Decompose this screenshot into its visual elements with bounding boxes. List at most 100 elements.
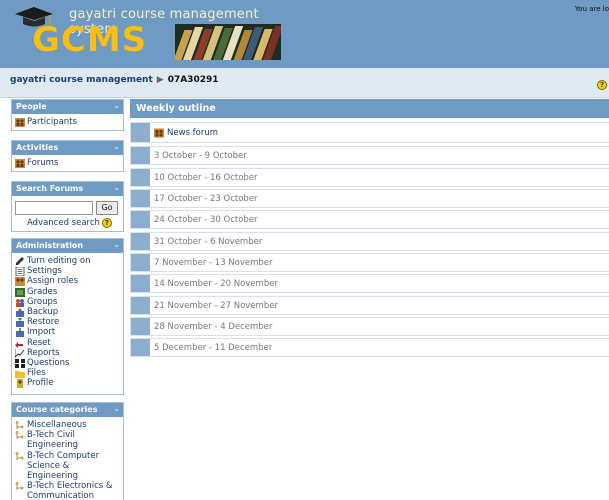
forum-icon — [154, 128, 164, 137]
week-section: 10 October - 16 October — [130, 168, 609, 187]
admin-item-backup[interactable]: Backup — [15, 307, 120, 318]
category-tree-icon — [15, 431, 24, 440]
admin-item-reports[interactable]: Reports — [15, 348, 120, 358]
breadcrumb-current: 07A30291 — [167, 75, 219, 85]
settings-icon — [15, 267, 25, 277]
activities-block: Activities ⌄ Forums — [11, 140, 124, 173]
admin-item-label: Questions — [27, 358, 70, 369]
category-tree-icon — [15, 421, 24, 429]
collapse-toggle-icon[interactable]: ⌄ — [113, 183, 120, 192]
administration-block-header: Administration ⌄ — [12, 239, 123, 253]
admin-item-label: Assign roles — [27, 276, 79, 287]
sidebar-item-label: Forums — [27, 158, 59, 168]
week-dates: 21 November - 27 November — [154, 300, 278, 311]
collapse-toggle-icon[interactable]: ⌄ — [113, 240, 120, 249]
books-image — [175, 24, 281, 60]
category-tree-icon — [15, 482, 24, 491]
admin-item-label: Restore — [27, 317, 60, 328]
category-item[interactable]: Miscellaneous — [15, 420, 120, 430]
section-side-bar — [131, 190, 150, 207]
groups-icon — [16, 298, 24, 307]
week-dates: 10 October - 16 October — [154, 172, 258, 183]
admin-item-assign-roles[interactable]: Assign roles — [15, 276, 120, 287]
admin-item-label: Import — [27, 327, 56, 338]
category-tree-icon — [15, 451, 24, 460]
admin-item-label: Groups — [27, 296, 58, 307]
admin-item-label: Profile — [27, 378, 54, 389]
folder-icon — [15, 371, 25, 379]
category-label: Miscellaneous — [27, 420, 87, 430]
questions-icon — [15, 359, 25, 369]
category-label: B-Tech Computer Science & Engineering — [27, 450, 100, 482]
administration-list: Turn editing on Settings Assign roles Gr… — [12, 253, 123, 392]
import-icon — [16, 328, 24, 338]
breadcrumb-home-link[interactable]: gayatri course management — [10, 75, 153, 85]
admin-item-label: Reset — [27, 337, 51, 348]
sidebar-item-label: Participants — [27, 117, 77, 127]
sidebar-item-participants[interactable]: Participants — [15, 117, 120, 127]
login-info: You are lo — [574, 5, 609, 13]
search-go-button[interactable]: Go — [96, 201, 118, 215]
grades-icon — [15, 287, 25, 297]
admin-item-label: Files — [27, 368, 46, 379]
category-item[interactable]: B-Tech Computer Science & Engineering — [15, 451, 120, 482]
outline-section-general: News forum — [130, 122, 609, 143]
week-dates: 14 November - 20 November — [154, 278, 278, 289]
search-input[interactable] — [15, 201, 93, 215]
categories-block-header: Course categories ⌄ — [12, 403, 123, 417]
section-side-bar — [131, 339, 150, 356]
admin-item-label: Turn editing on — [27, 256, 91, 266]
weekly-outline-header: Weekly outline — [130, 99, 609, 118]
advanced-search-link[interactable]: Advanced search — [27, 218, 100, 228]
admin-item-label: Settings — [27, 266, 62, 277]
category-item[interactable]: B-Tech Civil Engineering — [15, 430, 120, 450]
search-block-header: Search Forums ⌄ — [12, 182, 123, 196]
site-logo[interactable]: gayatri course management system GCMS — [6, 4, 286, 64]
admin-item-label: Grades — [27, 286, 58, 297]
participants-icon — [15, 118, 25, 127]
admin-item-reset[interactable]: Reset — [15, 338, 120, 348]
section-side-bar — [131, 211, 150, 228]
week-section: 17 October - 23 October — [130, 189, 609, 208]
edit-icon — [16, 257, 24, 265]
activities-block-header: Activities ⌄ — [12, 141, 123, 155]
admin-item-files[interactable]: Files — [15, 368, 120, 379]
help-icon[interactable]: ? — [101, 218, 112, 228]
collapse-toggle-icon[interactable]: ⌄ — [113, 142, 120, 151]
admin-item-questions[interactable]: Questions — [15, 358, 120, 369]
collapse-toggle-icon[interactable]: ⌄ — [113, 404, 120, 413]
week-dates: 7 November - 13 November — [154, 257, 273, 268]
section-side-bar — [131, 275, 150, 292]
admin-item-turn-editing[interactable]: Turn editing on — [15, 256, 120, 266]
week-dates: 3 October - 9 October — [154, 150, 247, 161]
restore-icon — [16, 318, 24, 328]
administration-block: Administration ⌄ Turn editing on Setting… — [11, 238, 124, 395]
news-forum-link[interactable]: News forum — [154, 128, 218, 138]
profile-icon — [17, 379, 23, 389]
admin-item-restore[interactable]: Restore — [15, 317, 120, 328]
activities-block-title: Activities — [16, 143, 59, 152]
section-side-bar — [131, 254, 150, 271]
admin-item-import[interactable]: Import — [15, 327, 120, 338]
forum-icon — [15, 159, 25, 168]
category-item[interactable]: B-Tech Electronics & Communication Engin… — [15, 481, 120, 500]
category-label: B-Tech Civil Engineering — [27, 430, 78, 451]
search-forums-block: Search Forums ⌄ Go Advanced search ? — [11, 181, 124, 232]
sidebar-item-forums[interactable]: Forums — [15, 158, 120, 168]
week-dates: 5 December - 11 December — [154, 342, 273, 353]
week-dates: 28 November - 4 December — [154, 321, 273, 332]
week-section: 14 November - 20 November — [130, 274, 609, 293]
week-section: 24 October - 30 October — [130, 210, 609, 229]
people-block-header: People ⌄ — [12, 100, 123, 114]
course-categories-block: Course categories ⌄ Miscellaneous B-Tech… — [11, 402, 124, 500]
collapse-toggle-icon[interactable]: ⌄ — [113, 101, 120, 110]
administration-block-title: Administration — [16, 241, 84, 250]
admin-item-profile[interactable]: Profile — [15, 378, 120, 389]
admin-item-grades[interactable]: Grades — [15, 287, 120, 297]
section-side-bar — [131, 123, 150, 142]
week-dates: 24 October - 30 October — [154, 214, 258, 225]
help-icon[interactable]: ? — [597, 80, 607, 90]
admin-item-groups[interactable]: Groups — [15, 297, 120, 307]
admin-item-settings[interactable]: Settings — [15, 266, 120, 277]
categories-block-title: Course categories — [16, 405, 98, 414]
